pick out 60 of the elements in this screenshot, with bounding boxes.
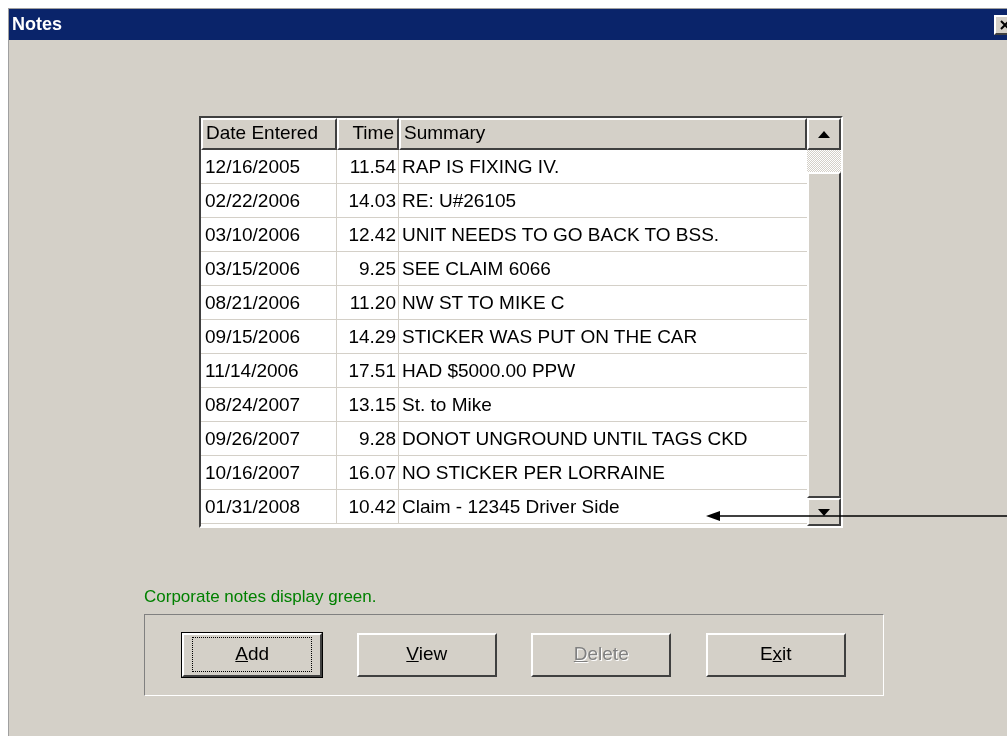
table-row[interactable]: 08/24/2007 13.15 St. to Mike <box>201 388 807 422</box>
time-cell: 10.42 <box>337 490 399 523</box>
summary-cell-text: UNIT NEEDS TO GO BACK TO BSS. <box>401 223 721 247</box>
date-cell: 10/16/2007 <box>201 456 337 489</box>
table-row[interactable]: 01/31/2008 10.42 Claim - 12345 Driver Side <box>201 490 807 524</box>
down-arrow-icon <box>818 508 830 516</box>
summary-cell-text: DONOT UNGROUND UNTIL TAGS CKD <box>401 427 749 451</box>
date-cell: 01/31/2008 <box>201 490 337 523</box>
summary-cell-text: HAD $5000.00 PPW <box>401 359 577 383</box>
date-cell: 03/10/2006 <box>201 218 337 251</box>
table-row[interactable]: 09/15/2006 14.29 STICKER WAS PUT ON THE CAR <box>201 320 807 354</box>
window-title: Notes <box>12 13 62 36</box>
time-cell: 9.25 <box>337 252 399 285</box>
scroll-track[interactable] <box>807 150 841 172</box>
dialog-button[interactable]: Add <box>182 632 323 677</box>
column-header[interactable]: Time <box>337 118 399 150</box>
table-row[interactable]: 03/10/2006 12.42 UNIT NEEDS TO GO BACK TO BSS. <box>201 218 807 252</box>
date-cell: 03/15/2006 <box>201 252 337 285</box>
summary-cell-text: RE: U#26105 <box>401 189 518 213</box>
summary-cell-text: STICKER WAS PUT ON THE CAR <box>401 325 699 349</box>
column-header[interactable]: Summary <box>399 118 807 150</box>
time-cell: 16.07 <box>337 456 399 489</box>
table-row[interactable]: 02/22/2006 14.03 RE: U#26105 <box>201 184 807 218</box>
scroll-down-button[interactable] <box>807 498 841 526</box>
time-cell: 9.28 <box>337 422 399 455</box>
summary-cell-text: NO STICKER PER LORRAINE <box>401 461 666 485</box>
scroll-up-button[interactable] <box>807 118 841 150</box>
scroll-thumb[interactable] <box>807 172 841 498</box>
scrollbar[interactable] <box>807 118 841 526</box>
dialog-button[interactable]: Exit <box>705 632 846 677</box>
date-cell: 02/22/2006 <box>201 184 337 217</box>
legend-text: Corporate notes display green. <box>144 587 377 606</box>
table-row[interactable]: 12/16/2005 11.54 RAP IS FIXING IV. <box>201 150 807 184</box>
date-cell: 09/26/2007 <box>201 422 337 455</box>
time-cell: 13.15 <box>337 388 399 421</box>
time-cell: 14.03 <box>337 184 399 217</box>
time-cell: 14.29 <box>337 320 399 353</box>
table-row[interactable]: 03/15/2006 9.25 SEE CLAIM 6066 <box>201 252 807 286</box>
summary-cell-text: RAP IS FIXING IV. <box>401 155 561 179</box>
table-row[interactable]: 11/14/2006 17.51 HAD $5000.00 PPW <box>201 354 807 388</box>
date-cell: 08/21/2006 <box>201 286 337 319</box>
time-cell: 11.20 <box>337 286 399 319</box>
date-cell: 12/16/2005 <box>201 150 337 183</box>
date-cell: 09/15/2006 <box>201 320 337 353</box>
date-cell: 08/24/2007 <box>201 388 337 421</box>
summary-cell-text: NW ST TO MIKE C <box>401 291 566 315</box>
time-cell: 11.54 <box>337 150 399 183</box>
close-icon <box>1000 19 1007 30</box>
summary-cell-text: SEE CLAIM 6066 <box>401 257 552 281</box>
column-header[interactable]: Date Entered <box>201 118 337 150</box>
dialog-button[interactable]: View <box>356 632 497 677</box>
up-arrow-icon <box>818 130 830 138</box>
summary-cell-text: St. to Mike <box>401 393 493 417</box>
table-row[interactable]: 08/21/2006 11.20 NW ST TO MIKE C <box>201 286 807 320</box>
table-row[interactable]: 10/16/2007 16.07 NO STICKER PER LORRAINE <box>201 456 807 490</box>
time-cell: 17.51 <box>337 354 399 387</box>
time-cell: 12.42 <box>337 218 399 251</box>
date-cell: 11/14/2006 <box>201 354 337 387</box>
table-row[interactable]: 09/26/2007 9.28 DONOT UNGROUND UNTIL TAGS CKD <box>201 422 807 456</box>
summary-cell-text: Claim - 12345 Driver Side <box>401 495 621 519</box>
